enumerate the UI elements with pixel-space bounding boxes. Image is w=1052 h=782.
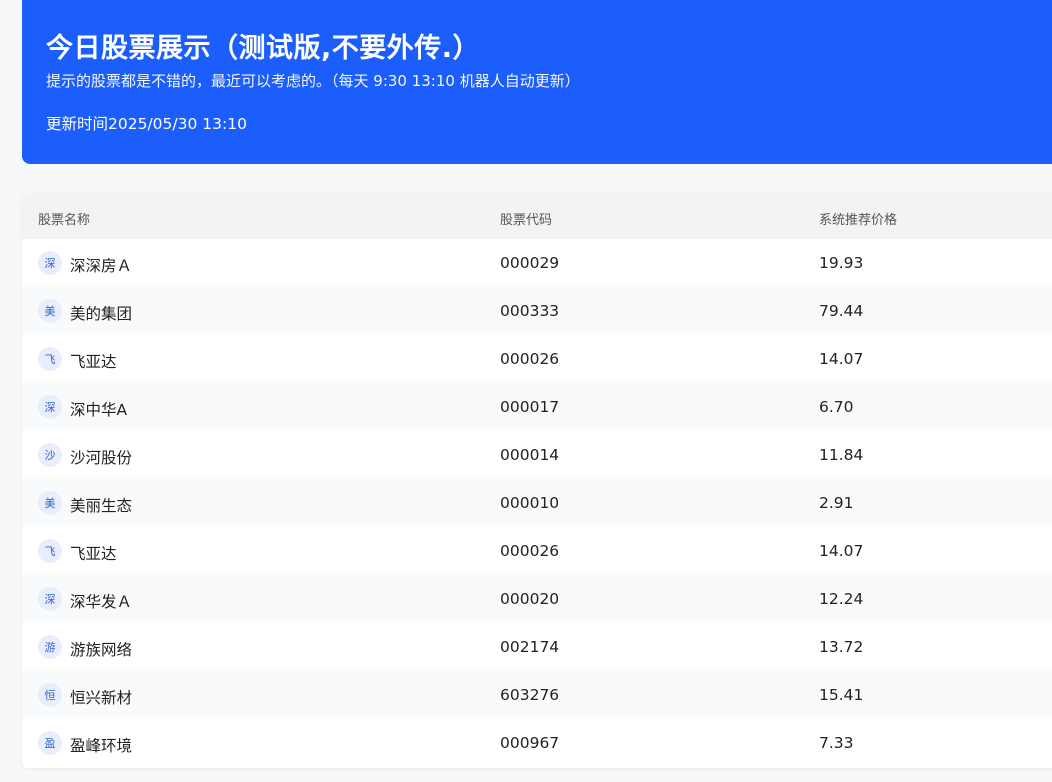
stock-name: 飞亚达	[70, 545, 117, 563]
stock-name: 深中华A	[70, 401, 128, 419]
table-row[interactable]: 盈盈峰环境 000967 7.33	[22, 719, 1052, 767]
table-row[interactable]: 恒恒兴新材 603276 15.41	[22, 671, 1052, 719]
recommended-price: 11.84	[819, 446, 864, 464]
stock-avatar: 飞	[38, 539, 62, 563]
recommended-price: 14.07	[819, 350, 864, 368]
stock-avatar: 深	[38, 587, 62, 611]
stock-table: 股票名称 股票代码 系统推荐价格 深深深房Ａ 000029 19.93 美美的集团 00…	[22, 194, 1052, 768]
stock-avatar: 美	[38, 491, 62, 515]
stock-name: 深华发Ａ	[70, 593, 133, 611]
table-row[interactable]: 深深中华A 000017 6.70	[22, 383, 1052, 431]
stock-code: 000026	[500, 542, 560, 560]
recommended-price: 79.44	[819, 302, 864, 320]
stock-name: 恒兴新材	[70, 689, 133, 707]
recommended-price: 19.93	[819, 254, 864, 272]
table-row[interactable]: 游游族网络 002174 13.72	[22, 623, 1052, 671]
stock-name: 盈峰环境	[70, 737, 133, 755]
stock-avatar: 盈	[38, 731, 62, 755]
stock-code: 000017	[500, 398, 560, 416]
stock-avatar: 深	[38, 251, 62, 275]
table-row[interactable]: 深深深房Ａ 000029 19.93	[22, 239, 1052, 287]
column-header-code[interactable]: 股票代码	[500, 209, 552, 228]
column-header-name[interactable]: 股票名称	[38, 209, 90, 228]
recommended-price: 7.33	[819, 734, 854, 752]
stock-code: 000333	[500, 302, 560, 320]
table-body: 深深深房Ａ 000029 19.93 美美的集团 000333 79.44 飞飞亚达 0000…	[22, 239, 1052, 767]
stock-avatar: 游	[38, 635, 62, 659]
table-row[interactable]: 沙沙河股份 000014 11.84	[22, 431, 1052, 479]
recommended-price: 2.91	[819, 494, 854, 512]
stock-avatar: 恒	[38, 683, 62, 707]
table-row[interactable]: 深深华发Ａ 000020 12.24	[22, 575, 1052, 623]
page-title: 今日股票展示（测试版,不要外传.）	[46, 33, 481, 64]
stock-code: 000026	[500, 350, 560, 368]
stock-code: 000967	[500, 734, 560, 752]
stock-name: 深深房Ａ	[70, 257, 133, 275]
stock-code: 002174	[500, 638, 560, 656]
table-header: 股票名称 股票代码 系统推荐价格	[22, 194, 1052, 239]
recommended-price: 13.72	[819, 638, 864, 656]
table-row[interactable]: 美美丽生态 000010 2.91	[22, 479, 1052, 527]
stock-code: 603276	[500, 686, 560, 704]
table-row[interactable]: 美美的集团 000333 79.44	[22, 287, 1052, 335]
page-subtitle: 提示的股票都是不错的，最近可以考虑的。（每天 9:30 13:10 机器人自动更…	[46, 72, 580, 90]
stock-avatar: 飞	[38, 347, 62, 371]
stock-code: 000010	[500, 494, 560, 512]
stock-avatar: 深	[38, 395, 62, 419]
stock-avatar: 沙	[38, 443, 62, 467]
recommended-price: 12.24	[819, 590, 864, 608]
recommended-price: 6.70	[819, 398, 854, 416]
update-time: 更新时间2025/05/30 13:10	[46, 115, 247, 133]
stock-name: 飞亚达	[70, 353, 117, 371]
stock-name: 美丽生态	[70, 497, 133, 515]
stock-code: 000029	[500, 254, 560, 272]
stock-name: 美的集团	[70, 305, 133, 323]
stock-avatar: 美	[38, 299, 62, 323]
recommended-price: 14.07	[819, 542, 864, 560]
column-header-price[interactable]: 系统推荐价格	[819, 209, 897, 228]
table-row[interactable]: 飞飞亚达 000026 14.07	[22, 335, 1052, 383]
stock-name: 沙河股份	[70, 449, 133, 467]
table-row[interactable]: 飞飞亚达 000026 14.07	[22, 527, 1052, 575]
stock-code: 000020	[500, 590, 560, 608]
recommended-price: 15.41	[819, 686, 864, 704]
stock-name: 游族网络	[70, 641, 133, 659]
page-header: 今日股票展示（测试版,不要外传.） 提示的股票都是不错的，最近可以考虑的。（每天…	[22, 0, 1052, 164]
stock-code: 000014	[500, 446, 560, 464]
